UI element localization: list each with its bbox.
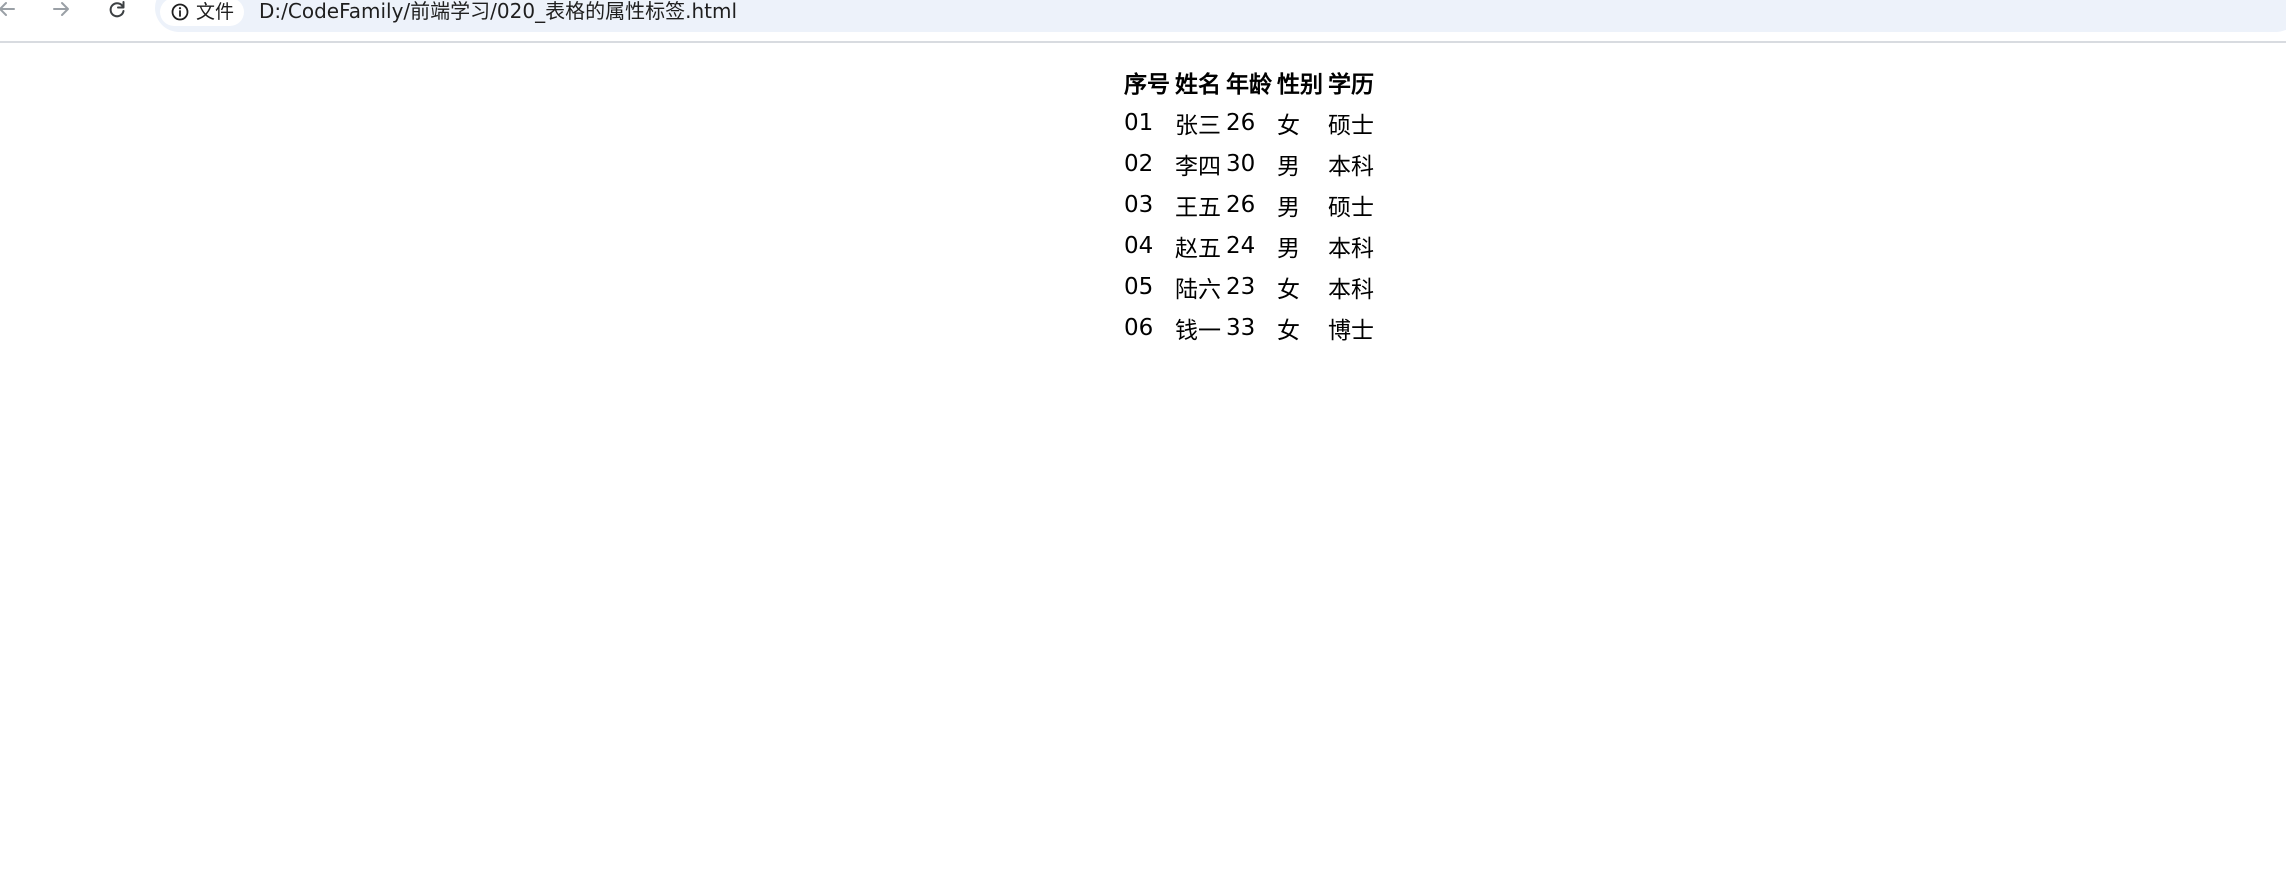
cell-number: 04	[1124, 232, 1154, 259]
back-button[interactable]	[0, 0, 22, 22]
cell-education: 本科	[1328, 235, 1374, 262]
cell-name: 李四	[1175, 153, 1221, 180]
cell-number: 03	[1124, 191, 1154, 218]
cell-gender: 女	[1277, 317, 1300, 344]
cell-education: 博士	[1328, 317, 1374, 344]
url-text[interactable]: D:/CodeFamily/前端学习/020_表格的属性标签.html	[259, 0, 737, 25]
arrow-left-icon	[0, 2, 15, 16]
cell-age: 26	[1226, 109, 1256, 136]
page-content: 序号 姓名 年龄 性别 学历 01 张三 26 女 硕士 02 李四 30 男 …	[0, 45, 2286, 880]
table-header-row: 序号 姓名 年龄 性别 学历	[1124, 61, 1374, 102]
table-row: 06 钱一 33 女 博士	[1124, 307, 1374, 348]
header-cell: 姓名	[1175, 71, 1221, 98]
cell-number: 02	[1124, 150, 1154, 177]
cell-age: 23	[1226, 273, 1256, 300]
cell-age: 26	[1226, 191, 1256, 218]
reload-button[interactable]	[102, 0, 132, 22]
cell-gender: 男	[1277, 194, 1300, 221]
site-chip-label: 文件	[196, 1, 235, 23]
cell-education: 硕士	[1328, 112, 1374, 139]
cell-education: 硕士	[1328, 194, 1374, 221]
cell-name: 赵五	[1175, 235, 1221, 262]
cell-name: 王五	[1175, 194, 1221, 221]
cell-gender: 男	[1277, 153, 1300, 180]
cell-education: 本科	[1328, 276, 1374, 303]
table-row: 01 张三 26 女 硕士	[1124, 102, 1374, 143]
header-cell: 年龄	[1226, 71, 1272, 98]
table-row: 03 王五 26 男 硕士	[1124, 184, 1374, 225]
forward-button[interactable]	[46, 0, 76, 22]
header-cell: 序号	[1124, 71, 1170, 98]
reload-icon	[109, 1, 125, 18]
site-info-chip[interactable]: 文件	[160, 0, 245, 26]
arrow-right-icon	[53, 2, 69, 16]
cell-name: 张三	[1175, 112, 1221, 139]
table-row: 05 陆六 23 女 本科	[1124, 266, 1374, 307]
address-bar[interactable]: 文件 D:/CodeFamily/前端学习/020_表格的属性标签.html	[155, 0, 2286, 32]
cell-education: 本科	[1328, 153, 1374, 180]
cell-number: 01	[1124, 109, 1154, 136]
cell-age: 33	[1226, 314, 1256, 341]
cell-gender: 女	[1277, 276, 1300, 303]
student-table: 序号 姓名 年龄 性别 学历 01 张三 26 女 硕士 02 李四 30 男 …	[1119, 61, 1379, 348]
table-row: 02 李四 30 男 本科	[1124, 143, 1374, 184]
table-row: 04 赵五 24 男 本科	[1124, 225, 1374, 266]
header-cell: 学历	[1328, 71, 1374, 98]
header-cell: 性别	[1277, 71, 1323, 98]
cell-gender: 男	[1277, 235, 1300, 262]
browser-toolbar: 文件 D:/CodeFamily/前端学习/020_表格的属性标签.html	[0, 0, 2286, 43]
info-icon	[171, 3, 189, 21]
cell-age: 30	[1226, 150, 1256, 177]
cell-number: 05	[1124, 273, 1154, 300]
cell-age: 24	[1226, 232, 1256, 259]
cell-number: 06	[1124, 314, 1154, 341]
cell-name: 钱一	[1175, 317, 1221, 344]
cell-name: 陆六	[1175, 276, 1221, 303]
cell-gender: 女	[1277, 112, 1300, 139]
